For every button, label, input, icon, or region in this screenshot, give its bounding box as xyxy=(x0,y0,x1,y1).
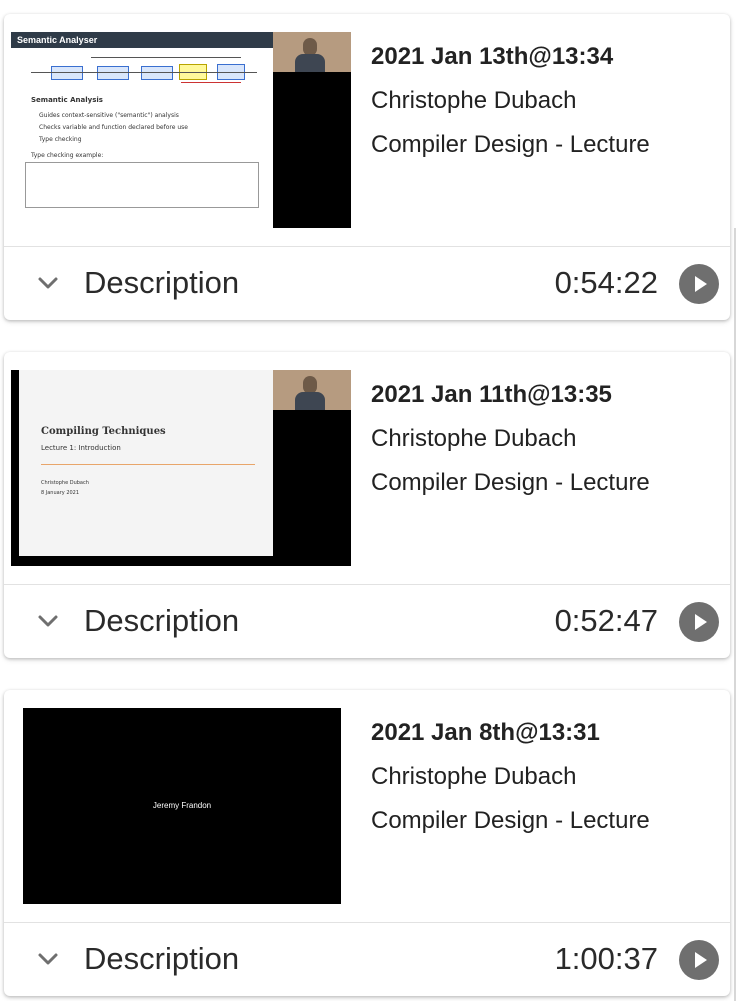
description-toggle[interactable]: Description xyxy=(84,939,239,979)
video-thumbnail[interactable]: Jeremy Frandon xyxy=(23,708,341,904)
presenter-body xyxy=(295,54,325,72)
slide-example-label: Type checking example: xyxy=(31,152,104,159)
lecture-course: Compiler Design - Lecture xyxy=(371,469,650,496)
chevron-down-icon[interactable] xyxy=(34,607,62,635)
slide-title: Compiling Techniques xyxy=(41,426,166,437)
slide-presenter: Christophe Dubach xyxy=(41,480,89,486)
lecture-info: 2021 Jan 11th@13:35 Christophe Dubach Co… xyxy=(371,378,650,510)
lecture-date: 2021 Jan 11th@13:35 xyxy=(371,381,612,408)
presenter-webcam xyxy=(273,370,351,410)
slide-preview: Semantic Analyser Semantic Analysis Guid… xyxy=(11,32,273,228)
description-bar[interactable]: Description 1:00:37 xyxy=(4,922,730,996)
video-duration: 0:52:47 xyxy=(554,603,658,638)
lecture-card: Compiling Techniques Lecture 1: Introduc… xyxy=(4,352,730,658)
description-bar[interactable]: Description 0:52:47 xyxy=(4,584,730,658)
lecture-course: Compiler Design - Lecture xyxy=(371,807,650,834)
diagram-arrow xyxy=(31,72,257,73)
play-circle-icon[interactable] xyxy=(679,940,719,980)
diagram-box xyxy=(141,66,173,80)
lecture-course: Compiler Design - Lecture xyxy=(371,131,650,158)
description-toggle[interactable]: Description xyxy=(84,601,239,641)
lecture-info: 2021 Jan 8th@13:31 Christophe Dubach Com… xyxy=(371,716,650,848)
slide-date: 8 January 2021 xyxy=(41,490,80,496)
slide-title: Semantic Analyser xyxy=(11,32,273,48)
video-thumbnail[interactable]: Semantic Analyser Semantic Analysis Guid… xyxy=(11,32,351,228)
description-bar[interactable]: Description 0:54:22 xyxy=(4,246,730,320)
lecture-card: Semantic Analyser Semantic Analysis Guid… xyxy=(4,14,730,320)
lecture-summary: Compiling Techniques Lecture 1: Introduc… xyxy=(4,352,730,584)
diagram-arrow xyxy=(91,57,241,58)
lecture-date: 2021 Jan 13th@13:34 xyxy=(371,43,614,70)
chevron-down-icon[interactable] xyxy=(34,269,62,297)
lecture-info: 2021 Jan 13th@13:34 Christophe Dubach Co… xyxy=(371,40,650,172)
slide-preview: Compiling Techniques Lecture 1: Introduc… xyxy=(19,370,273,556)
presenter-body xyxy=(295,392,325,410)
slide-bullet: Guides context-sensitive ("semantic") an… xyxy=(39,112,179,119)
play-circle-icon[interactable] xyxy=(679,602,719,642)
slide-bullet: Type checking xyxy=(39,136,82,143)
presenter-webcam xyxy=(273,32,351,72)
diagram-box xyxy=(97,66,129,80)
slide-heading: Semantic Analysis xyxy=(31,96,103,104)
video-duration: 1:00:37 xyxy=(554,941,658,976)
code-block xyxy=(25,162,259,208)
chevron-down-icon[interactable] xyxy=(34,945,62,973)
participant-name: Jeremy Frandon xyxy=(23,708,341,904)
lecture-author: Christophe Dubach xyxy=(371,425,577,452)
play-circle-icon[interactable] xyxy=(679,264,719,304)
lecture-summary: Jeremy Frandon 2021 Jan 8th@13:31 Christ… xyxy=(4,690,730,922)
lecture-author: Christophe Dubach xyxy=(371,87,577,114)
description-toggle[interactable]: Description xyxy=(84,263,239,303)
diagram-arrow xyxy=(181,82,241,83)
slide-divider xyxy=(41,464,255,465)
lecture-date: 2021 Jan 8th@13:31 xyxy=(371,719,600,746)
slide-bullet: Checks variable and function declared be… xyxy=(39,124,188,131)
lecture-author: Christophe Dubach xyxy=(371,763,577,790)
lecture-summary: Semantic Analyser Semantic Analysis Guid… xyxy=(4,14,730,246)
slide-subtitle: Lecture 1: Introduction xyxy=(41,444,121,452)
video-duration: 0:54:22 xyxy=(554,265,658,300)
diagram-box xyxy=(51,66,83,80)
video-thumbnail[interactable]: Compiling Techniques Lecture 1: Introduc… xyxy=(11,370,351,566)
lecture-card: Jeremy Frandon 2021 Jan 8th@13:31 Christ… xyxy=(4,690,730,996)
